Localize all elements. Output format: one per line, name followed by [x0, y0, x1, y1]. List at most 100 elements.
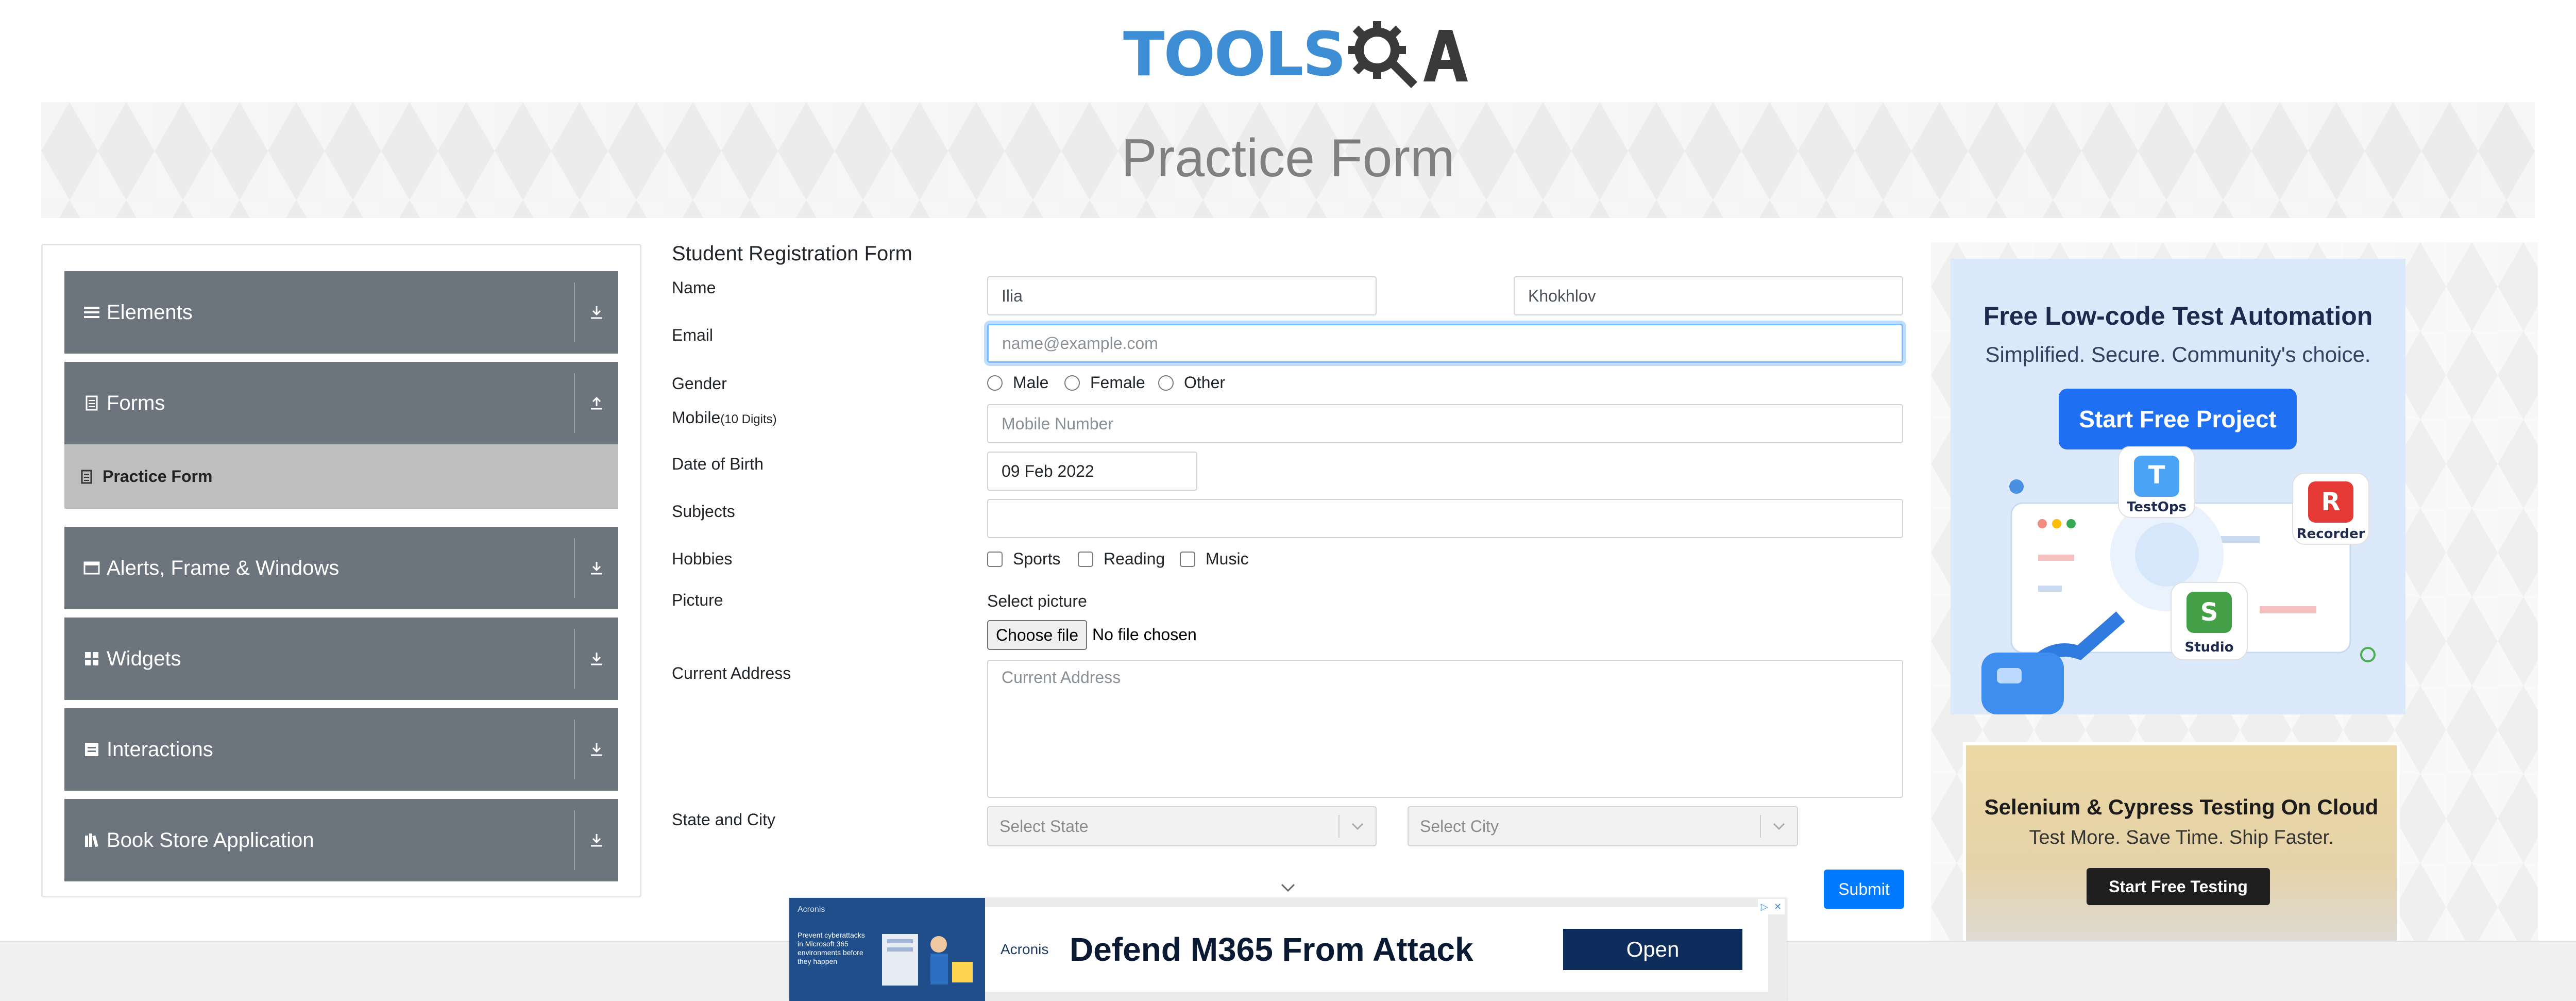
ad-product-label: Recorder [2297, 526, 2365, 542]
hobby-option-label: Sports [1013, 549, 1061, 568]
page-title: Practice Form [1121, 128, 1455, 188]
ad-thumbnail: Acronis Prevent cyberattacks in Microsof… [789, 898, 985, 1001]
divider [574, 629, 575, 689]
subjects-input[interactable] [987, 499, 1903, 538]
download-arrow-icon[interactable] [585, 738, 608, 761]
sidebar-group-book-store-application[interactable]: Book Store Application [64, 799, 618, 881]
sidebar-group-elements[interactable]: Elements [64, 271, 618, 354]
gender-male-radio[interactable]: Male [987, 373, 1048, 392]
start-free-testing-button[interactable]: Start Free Testing [2087, 868, 2270, 905]
hobby-music-checkbox[interactable]: Music [1180, 549, 1249, 569]
mobile-input[interactable] [987, 404, 1903, 443]
gender-other-radio[interactable]: Other [1158, 373, 1225, 392]
chevron-down-icon[interactable] [1340, 822, 1376, 830]
close-icon[interactable]: ✕ [1774, 902, 1782, 912]
sidebar-item-practice-form[interactable]: Practice Form [64, 444, 618, 509]
ad-product-illustration: T TestOps R Recorder S Studio [1981, 446, 2376, 714]
checkbox-box[interactable] [1078, 551, 1093, 567]
email-input[interactable] [987, 324, 1903, 363]
select-picture-label: Select picture [987, 592, 1087, 610]
start-free-project-button[interactable]: Start Free Project [2059, 389, 2297, 449]
download-arrow-icon[interactable] [585, 557, 608, 579]
divider [574, 538, 575, 598]
date-of-birth-input[interactable] [987, 452, 1197, 491]
hobby-option-label: Reading [1104, 549, 1165, 568]
checkbox-box[interactable] [1180, 551, 1195, 567]
ad-headline: Defend M365 From Attack [1070, 931, 1473, 968]
gender-option-label: Male [1013, 373, 1049, 392]
gender-label: Gender [672, 374, 727, 393]
mobile-hint: (10 Digits) [720, 412, 777, 426]
ad-small-text: Prevent cyberattacks in Microsoft 365 en… [798, 931, 865, 965]
form-icon [80, 469, 93, 485]
state-dropdown[interactable]: Select State [987, 806, 1377, 846]
name-label: Name [672, 278, 716, 297]
checkbox-box[interactable] [987, 551, 1003, 567]
mobile-label-text: Mobile [672, 408, 721, 427]
state-placeholder: Select State [999, 816, 1089, 836]
first-name-input[interactable] [987, 276, 1377, 315]
divider [574, 282, 575, 342]
logo-tools-text: TOOLS [1123, 19, 1346, 90]
svg-text:S: S [2200, 598, 2218, 627]
subjects-label: Subjects [672, 502, 735, 521]
gear-magnifier-icon [1348, 21, 1418, 88]
download-arrow-icon[interactable] [585, 647, 608, 670]
info-icon[interactable]: ▷ [1761, 902, 1768, 912]
mobile-label: Mobile(10 Digits) [672, 408, 777, 427]
bottom-banner-ad[interactable]: Acronis Prevent cyberattacks in Microsof… [789, 898, 1787, 1001]
sidebar-group-label: Interactions [107, 738, 213, 761]
ad-main-panel: Acronis Defend M365 From Attack Open [985, 907, 1768, 992]
download-arrow-icon[interactable] [585, 301, 608, 324]
logo-qa-mark [1345, 18, 1469, 90]
chevron-down-icon[interactable] [1761, 822, 1797, 830]
toolsqa-logo[interactable]: TOOLS [1123, 15, 1468, 93]
hobby-sports-checkbox[interactable]: Sports [987, 549, 1060, 569]
current-address-textarea[interactable] [987, 660, 1903, 798]
radio-circle[interactable] [987, 375, 1003, 391]
picture-label: Picture [672, 591, 723, 609]
sidebar-group-label: Book Store Application [107, 828, 314, 852]
gender-option-label: Other [1184, 373, 1226, 392]
last-name-input[interactable] [1514, 276, 1903, 315]
submit-button[interactable]: Submit [1824, 870, 1904, 909]
chevron-down-icon[interactable] [1278, 880, 1298, 896]
ad-choices-icon[interactable]: ▷ ✕ [1758, 899, 1785, 914]
current-address-label: Current Address [672, 664, 791, 682]
download-arrow-icon[interactable] [585, 829, 608, 852]
widgets-grid-icon [83, 650, 100, 668]
sidebar-group-label: Widgets [107, 647, 181, 670]
interactions-icon [83, 741, 100, 758]
page-banner: Practice Form [41, 102, 2535, 218]
city-dropdown[interactable]: Select City [1408, 806, 1798, 846]
choose-file-button[interactable]: Choose file [987, 620, 1087, 650]
upload-arrow-icon[interactable] [585, 392, 608, 414]
logo-a-letter-icon [1423, 30, 1468, 81]
hobbies-label: Hobbies [672, 549, 733, 568]
ad-cloud-testing[interactable]: Selenium & Cypress Testing On Cloud Test… [1963, 742, 2400, 948]
ad-title: Free Low-code Test Automation [1983, 302, 2373, 330]
svg-text:T: T [2148, 461, 2165, 490]
sidebar-group-forms[interactable]: Forms [64, 362, 618, 444]
gender-female-radio[interactable]: Female [1064, 373, 1145, 392]
divider [574, 373, 575, 433]
file-status-text: No file chosen [1092, 625, 1197, 644]
ad-katalon[interactable]: Free Low-code Test Automation Simplified… [1951, 259, 2405, 714]
sidebar-group-interactions[interactable]: Interactions [64, 708, 618, 791]
ad-product-label: TestOps [2127, 499, 2187, 515]
sidebar-item-label: Practice Form [103, 467, 213, 486]
ad-brand-logo: Acronis [1001, 941, 1049, 957]
sidebar-group-alerts-frame-windows[interactable]: Alerts, Frame & Windows [64, 527, 618, 609]
sidebar-group-widgets[interactable]: Widgets [64, 618, 618, 700]
email-label: Email [672, 326, 714, 344]
radio-circle[interactable] [1158, 375, 1174, 391]
hobby-reading-checkbox[interactable]: Reading [1078, 549, 1165, 569]
sidebar-group-label: Alerts, Frame & Windows [107, 556, 340, 579]
divider [574, 720, 575, 779]
ad-product-label: Studio [2184, 640, 2233, 655]
ad-title: Selenium & Cypress Testing On Cloud [1984, 795, 2379, 819]
window-icon [83, 559, 100, 577]
ad-open-button[interactable]: Open [1563, 929, 1742, 970]
list-icon [83, 304, 100, 321]
radio-circle[interactable] [1064, 375, 1080, 391]
